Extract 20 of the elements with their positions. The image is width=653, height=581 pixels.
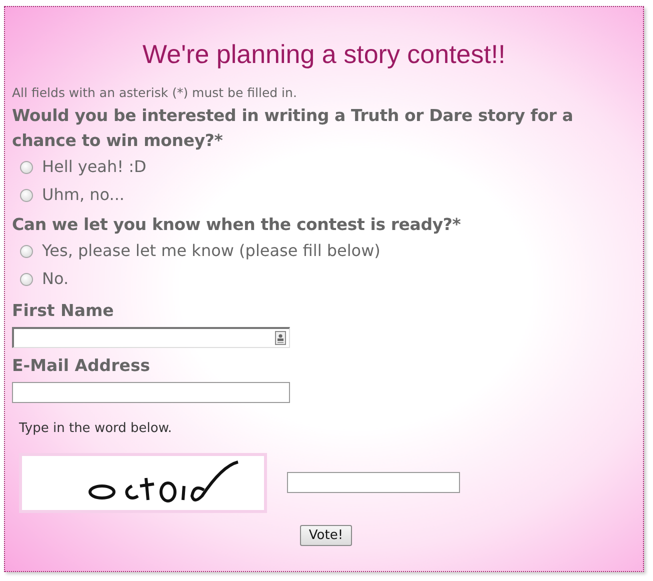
- input-field[interactable]: [12, 382, 290, 403]
- captcha-field[interactable]: [287, 472, 460, 493]
- option-label: Yes, please let me know (please fill below): [42, 240, 380, 262]
- field-label: First Name: [12, 300, 115, 322]
- option-label: No.: [42, 268, 69, 290]
- required-note: All fields with an asterisk (*) must be filled in.: [12, 85, 298, 100]
- vote-button[interactable]: Vote!: [300, 524, 352, 546]
- radio-button[interactable]: [20, 244, 33, 258]
- radio-button[interactable]: [20, 188, 33, 202]
- question-label: Can we let you know when the contest is ready?*: [12, 214, 462, 236]
- input-field[interactable]: [12, 327, 290, 348]
- question-label: Would you be interested in writing a Truth or Dare story for a chance to win money?*: [12, 105, 574, 152]
- radio-button[interactable]: [20, 160, 33, 174]
- captcha-prompt: Type in the word below.: [19, 420, 173, 438]
- form-title: We're planning a story contest!!: [142, 39, 506, 69]
- option-label: Hell yeah! :D: [42, 156, 146, 178]
- field-label: E-Mail Address: [12, 355, 152, 377]
- option-label: Uhm, no...: [42, 184, 125, 206]
- contact-card-icon[interactable]: [275, 331, 286, 345]
- radio-button[interactable]: [20, 272, 33, 286]
